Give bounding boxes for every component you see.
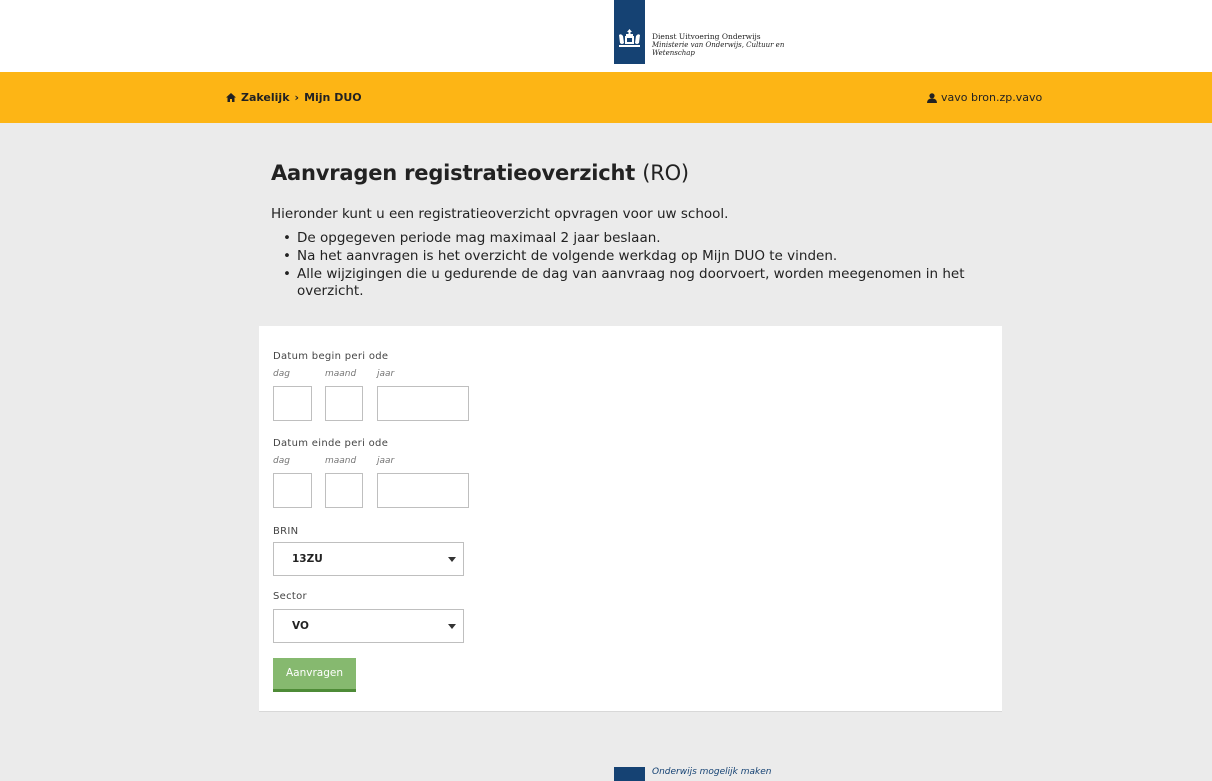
coat-of-arms-icon: [619, 29, 640, 47]
ministry-line-1: Ministerie van Onderwijs, Cultuur en: [652, 41, 785, 49]
sector-label: Sector: [273, 591, 307, 602]
chevron-down-icon: [448, 557, 456, 562]
org-name: Dienst Uitvoering Onderwijs: [652, 32, 761, 41]
breadcrumb-separator: ›: [294, 91, 300, 104]
footer-slogan: Onderwijs mogelijk maken: [652, 767, 772, 777]
sector-value: VO: [292, 620, 309, 632]
end-month-input[interactable]: [325, 473, 363, 508]
page-title-text: Aanvragen registratieoverzicht: [271, 161, 636, 185]
end-year-label: jaar: [377, 456, 395, 466]
request-form: Datum begin peri ode dag maand jaar Datu…: [259, 326, 1002, 712]
logo-text: Dienst Uitvoering Onderwijs Ministerie v…: [652, 32, 785, 58]
end-month-label: maand: [325, 456, 357, 466]
submit-button[interactable]: Aanvragen: [273, 658, 356, 692]
begin-year-label: jaar: [377, 369, 395, 379]
intro-text: Hieronder kunt u een registratieoverzich…: [271, 206, 729, 222]
chevron-down-icon: [448, 624, 456, 629]
info-item: Alle wijzigingen die u gedurende de dag …: [283, 266, 983, 300]
breadcrumb-mijn-duo[interactable]: Mijn DUO: [304, 91, 362, 104]
breadcrumb-zakelijk[interactable]: Zakelijk: [241, 91, 290, 104]
ministry-line-2: Wetenschap: [652, 49, 695, 57]
user-menu[interactable]: vavo bron.zp.vavo: [927, 91, 1042, 104]
begin-month-label: maand: [325, 369, 357, 379]
user-icon: [927, 92, 937, 103]
breadcrumb: Zakelijk › Mijn DUO: [226, 91, 362, 104]
top-header: Dienst Uitvoering Onderwijs Ministerie v…: [0, 0, 1212, 72]
begin-day-input[interactable]: [273, 386, 312, 421]
brin-select[interactable]: 13ZU: [273, 542, 464, 576]
info-item: Na het aanvragen is het overzicht de vol…: [283, 248, 983, 265]
main-content: Aanvragen registratieoverzicht (RO) Hier…: [0, 123, 1212, 781]
end-date-label: Datum einde peri ode: [273, 438, 389, 449]
nav-bar: Zakelijk › Mijn DUO vavo bron.zp.vavo: [0, 72, 1212, 123]
home-icon[interactable]: [226, 93, 236, 102]
page-title-suffix: (RO): [642, 161, 689, 185]
brin-label: BRIN: [273, 526, 299, 537]
sector-select[interactable]: VO: [273, 609, 464, 643]
page-title: Aanvragen registratieoverzicht (RO): [271, 161, 689, 185]
end-year-input[interactable]: [377, 473, 469, 508]
end-day-label: dag: [273, 456, 290, 466]
begin-date-label: Datum begin peri ode: [273, 351, 389, 362]
info-list: De opgegeven periode mag maximaal 2 jaar…: [283, 230, 983, 301]
end-day-input[interactable]: [273, 473, 312, 508]
brin-value: 13ZU: [292, 553, 323, 565]
info-item: De opgegeven periode mag maximaal 2 jaar…: [283, 230, 983, 247]
footer-logo: [614, 767, 645, 781]
user-name: vavo bron.zp.vavo: [941, 91, 1043, 104]
begin-month-input[interactable]: [325, 386, 363, 421]
begin-day-label: dag: [273, 369, 290, 379]
rijksoverheid-logo: [614, 0, 645, 64]
begin-year-input[interactable]: [377, 386, 469, 421]
